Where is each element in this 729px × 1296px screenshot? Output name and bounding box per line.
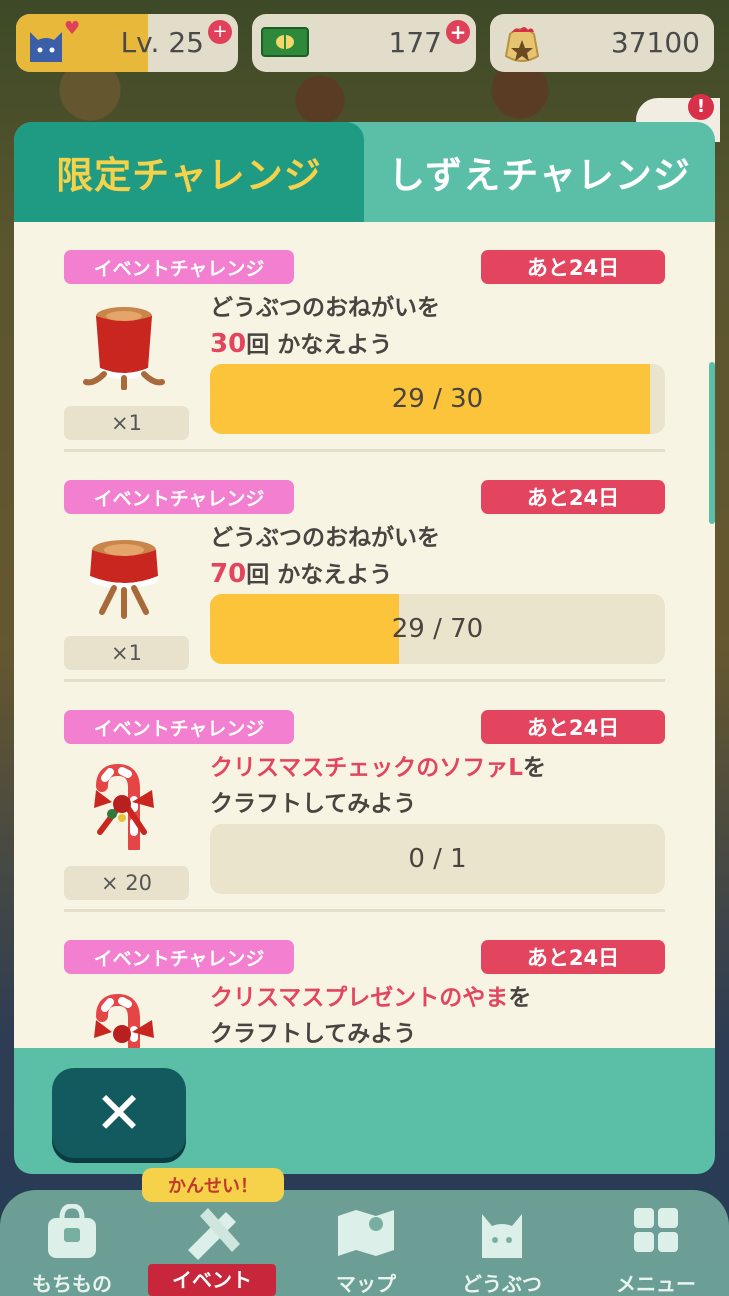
remaining-days-badge: あと24日 bbox=[481, 250, 665, 284]
event-challenge-badge: イベントチャレンジ bbox=[64, 940, 294, 974]
desc-line2: クラフトしてみよう bbox=[210, 1021, 417, 1047]
tab-shizue-challenge[interactable]: しずえチャレンジ bbox=[364, 122, 715, 222]
progress-bar: 29 / 30 bbox=[210, 364, 665, 434]
reward-quantity: ×1 bbox=[64, 636, 189, 670]
candy-cane-icon bbox=[94, 993, 154, 1048]
red-stump-stool-icon bbox=[90, 540, 158, 619]
level-text: Lv. 25 bbox=[120, 26, 204, 59]
menu-grid-icon bbox=[634, 1208, 678, 1252]
map-icon bbox=[338, 1210, 394, 1256]
bottom-navigation: もちもの イベント マップ どうぶつ メニュー bbox=[0, 1190, 729, 1296]
nav-item-animals[interactable]: どうぶつ bbox=[432, 1198, 572, 1296]
challenge-card: イベントチャレンジ あと24日 ×1 どうぶつのおねがいを 30回 かなえよう … bbox=[64, 222, 665, 452]
candy-cane-icon bbox=[94, 763, 154, 850]
event-challenge-badge: イベントチャレンジ bbox=[64, 250, 294, 284]
progress-bar: 29 / 70 bbox=[210, 594, 665, 664]
nav-label: どうぶつ bbox=[462, 1272, 542, 1296]
desc-line1: を bbox=[522, 755, 546, 781]
nav-item-inventory[interactable]: もちもの bbox=[2, 1198, 142, 1296]
heart-icon: ♥ bbox=[64, 18, 81, 39]
leaf-ticket-icon bbox=[261, 27, 309, 57]
reward-quantity: ×1 bbox=[64, 406, 189, 440]
nav-label: イベント bbox=[148, 1264, 276, 1296]
event-challenge-badge: イベントチャレンジ bbox=[64, 710, 294, 744]
desc-item-name: クリスマスチェックのソファL bbox=[210, 755, 523, 781]
close-icon: ✕ bbox=[94, 1079, 144, 1147]
remaining-days-badge: あと24日 bbox=[481, 710, 665, 744]
desc-line2: クラフトしてみよう bbox=[210, 791, 417, 817]
nav-label: メニュー bbox=[616, 1272, 696, 1296]
bells-count: 37100 bbox=[610, 26, 700, 59]
animal-face-icon bbox=[482, 1214, 522, 1258]
remaining-days-badge: あと24日 bbox=[481, 940, 665, 974]
challenge-card: イベントチャレンジ あと24日 × 20 クリスマスチェックのソファLを クラフ… bbox=[64, 682, 665, 912]
cat-face-icon bbox=[30, 32, 62, 62]
challenge-description: クリスマスチェックのソファLを クラフトしてみよう bbox=[210, 750, 546, 822]
level-indicator[interactable]: ♥ Lv. 25 + bbox=[16, 14, 238, 72]
alert-icon: ! bbox=[688, 94, 714, 120]
desc-line2: 回 かなえよう bbox=[246, 332, 393, 358]
craft-tools-icon bbox=[188, 1208, 240, 1260]
leaf-ticket-counter[interactable]: 177 + bbox=[252, 14, 476, 72]
progress-bar: 0 / 1 bbox=[210, 824, 665, 894]
red-stump-table-icon bbox=[83, 307, 165, 390]
nav-item-map[interactable]: マップ bbox=[296, 1198, 436, 1296]
desc-line1: どうぶつのおねがいを bbox=[210, 295, 440, 321]
nav-item-menu[interactable]: メニュー bbox=[586, 1198, 726, 1296]
bag-icon bbox=[48, 1204, 96, 1258]
zoom-plus-icon[interactable]: + bbox=[208, 20, 232, 44]
tab-limited-challenge[interactable]: 限定チャレンジ bbox=[14, 122, 364, 222]
bells-counter: 37100 bbox=[490, 14, 714, 72]
progress-text: 29 / 30 bbox=[391, 384, 484, 414]
challenge-description: どうぶつのおねがいを 30回 かなえよう bbox=[210, 290, 440, 363]
desc-target-count: 30 bbox=[210, 329, 247, 359]
bell-bag-icon bbox=[504, 27, 540, 62]
ticket-count: 177 bbox=[388, 26, 442, 59]
remaining-days-badge: あと24日 bbox=[481, 480, 665, 514]
challenge-list[interactable]: イベントチャレンジ あと24日 ×1 どうぶつのおねがいを 30回 かなえよう … bbox=[14, 222, 715, 1048]
desc-target-count: 70 bbox=[210, 559, 247, 589]
nav-label: もちもの bbox=[32, 1272, 112, 1296]
desc-line2: 回 かなえよう bbox=[246, 562, 393, 588]
challenge-card: イベントチャレンジ あと24日 ×1 どうぶつのおねがいを 70回 かなえよう … bbox=[64, 452, 665, 682]
challenge-description: どうぶつのおねがいを 70回 かなえよう bbox=[210, 520, 440, 593]
challenge-description: クリスマスプレゼントのやまを クラフトしてみよう bbox=[210, 980, 531, 1048]
close-button[interactable]: ✕ bbox=[52, 1068, 186, 1158]
challenge-modal: 限定チャレンジ しずえチャレンジ イベントチャレンジ あと24日 ×1 どうぶつ… bbox=[14, 122, 715, 1174]
desc-line1: を bbox=[508, 985, 532, 1011]
progress-text: 29 / 70 bbox=[391, 614, 484, 644]
scrollbar[interactable] bbox=[709, 362, 715, 524]
nav-label: マップ bbox=[336, 1272, 396, 1296]
event-challenge-badge: イベントチャレンジ bbox=[64, 480, 294, 514]
plus-icon[interactable]: + bbox=[446, 20, 470, 44]
nav-item-event[interactable]: イベント bbox=[142, 1198, 282, 1296]
progress-text: 0 / 1 bbox=[408, 844, 467, 874]
reward-quantity: × 20 bbox=[64, 866, 189, 900]
desc-item-name: クリスマスプレゼントのやま bbox=[210, 985, 509, 1011]
challenge-card: イベントチャレンジ あと24日 クリスマスプレゼントのやまを クラフトしてみよう bbox=[64, 912, 665, 1048]
desc-line1: どうぶつのおねがいを bbox=[210, 525, 440, 551]
completed-badge: かんせい！ bbox=[142, 1168, 284, 1202]
